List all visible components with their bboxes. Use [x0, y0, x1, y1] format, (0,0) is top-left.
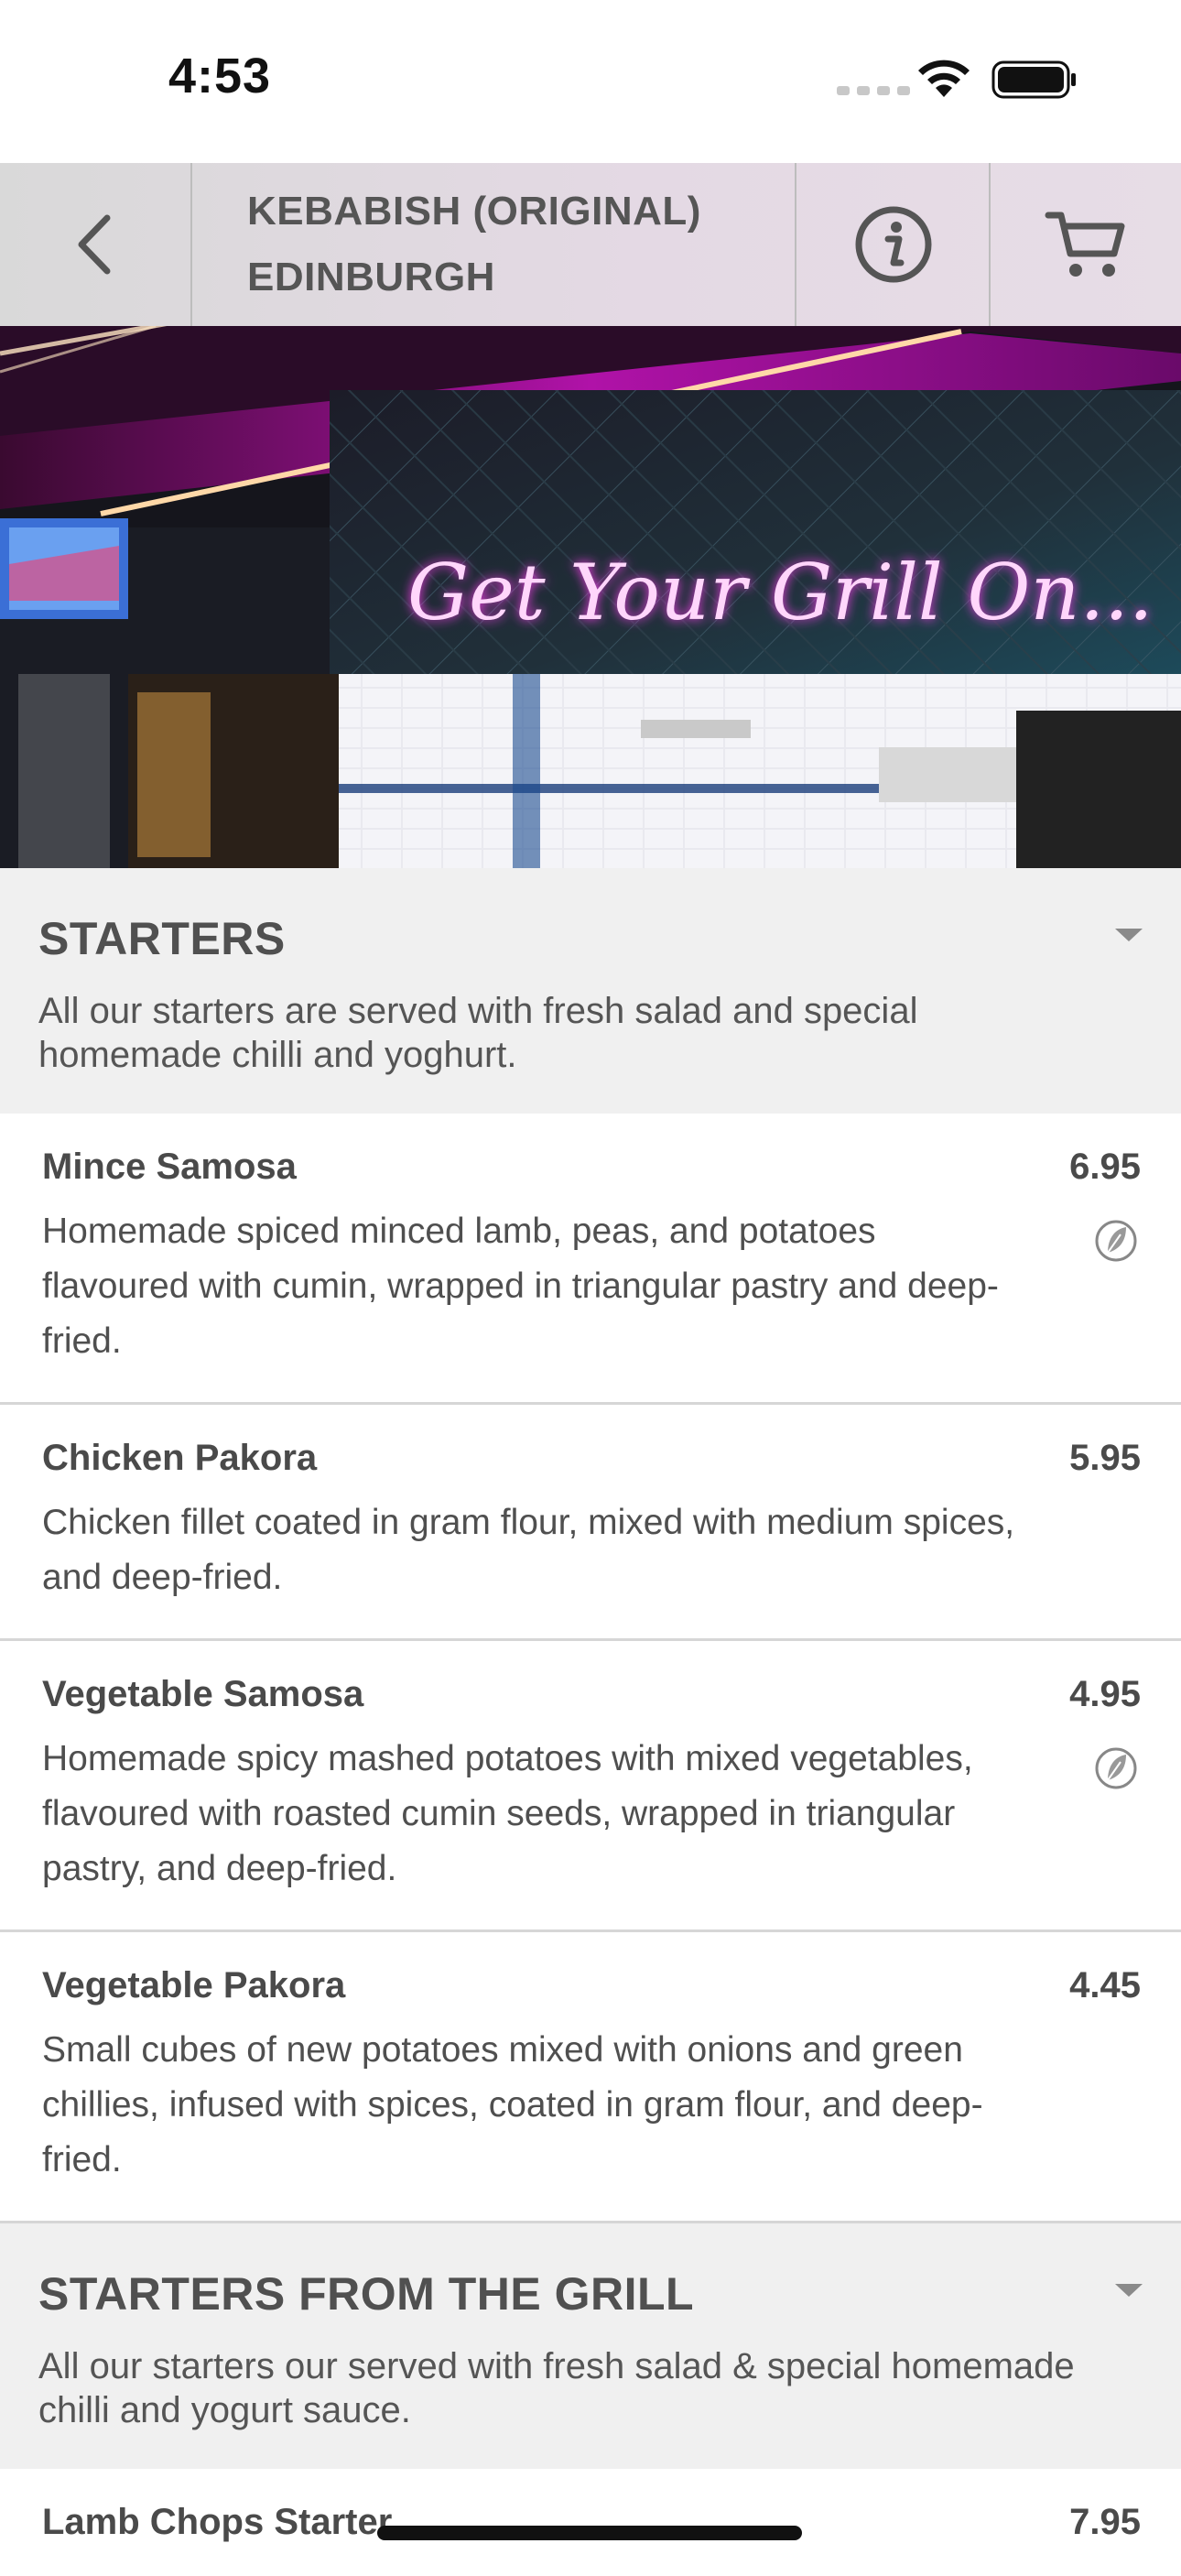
menu-list: STARTERS All our starters are served wit…	[0, 868, 1181, 2576]
cellular-signal-icon	[837, 86, 910, 95]
item-price: 6.95	[1069, 1147, 1141, 1187]
title-line-1: KEBABISH (ORIGINAL)	[247, 189, 701, 234]
item-description: Chicken fillet coated in gram flour, mix…	[42, 1503, 1015, 1597]
item-name: Vegetable Pakora	[42, 1965, 346, 2005]
item-description: Homemade spicy mashed potatoes with mixe…	[42, 1739, 973, 1888]
menu-item-vegetable-pakora[interactable]: Vegetable Pakora 4.45 Small cubes of new…	[0, 1932, 1181, 2223]
menu-item-lamb-chops-starter[interactable]: Lamb Chops Starter 7.95	[0, 2469, 1181, 2576]
chevron-left-icon	[78, 214, 111, 275]
item-price: 4.45	[1069, 1965, 1141, 2005]
menu-item-vegetable-samosa[interactable]: Vegetable Samosa 4.95 Homemade spicy mas…	[0, 1641, 1181, 1932]
status-time: 4:53	[168, 49, 272, 103]
item-name: Chicken Pakora	[42, 1438, 318, 1478]
cart-button[interactable]	[991, 163, 1181, 326]
restaurant-hero-image: Get Your Grill On... Get Your Grill On..…	[0, 326, 1181, 868]
battery-icon	[991, 60, 1076, 99]
info-button[interactable]	[798, 163, 991, 326]
menu-item-mince-samosa[interactable]: Mince Samosa 6.95 Homemade spiced minced…	[0, 1114, 1181, 1405]
section-title: STARTERS FROM THE GRILL	[38, 2268, 695, 2320]
section-description: All our starters our served with fresh s…	[38, 2346, 1075, 2430]
item-name: Vegetable Samosa	[42, 1674, 364, 1714]
item-price: 5.95	[1069, 1438, 1141, 1478]
menu-item-chicken-pakora[interactable]: Chicken Pakora 5.95 Chicken fillet coate…	[0, 1405, 1181, 1641]
section-title: STARTERS	[38, 913, 286, 964]
neon-sign-text: Get Your Grill On...	[407, 548, 1154, 637]
section-description: All our starters are served with fresh s…	[38, 991, 918, 1075]
status-bar: 4:53	[0, 0, 1181, 163]
item-description: Small cubes of new potatoes mixed with o…	[42, 2030, 983, 2179]
restaurant-header: KEBABISH (ORIGINAL) EDINBURGH	[0, 163, 1181, 328]
wifi-icon	[918, 60, 970, 97]
section-header-starters[interactable]: STARTERS All our starters are served wit…	[0, 868, 1181, 1114]
restaurant-title: KEBABISH (ORIGINAL) EDINBURGH	[192, 163, 796, 326]
item-description: Homemade spiced minced lamb, peas, and p…	[42, 1212, 999, 1361]
item-name: Mince Samosa	[42, 1147, 297, 1187]
title-line-2: EDINBURGH	[247, 255, 495, 299]
item-price: 4.95	[1069, 1674, 1141, 1714]
cart-icon	[1045, 212, 1125, 277]
info-icon	[855, 206, 932, 283]
caret-down-icon[interactable]	[1115, 929, 1143, 941]
home-indicator[interactable]	[377, 2526, 802, 2540]
caret-down-icon[interactable]	[1115, 2284, 1143, 2297]
back-button[interactable]	[0, 163, 192, 326]
leaf-icon	[1095, 1747, 1137, 1789]
section-header-starters-from-the-grill[interactable]: STARTERS FROM THE GRILL All our starters…	[0, 2223, 1181, 2469]
item-price: 7.95	[1069, 2502, 1141, 2542]
leaf-icon	[1095, 1220, 1137, 1262]
